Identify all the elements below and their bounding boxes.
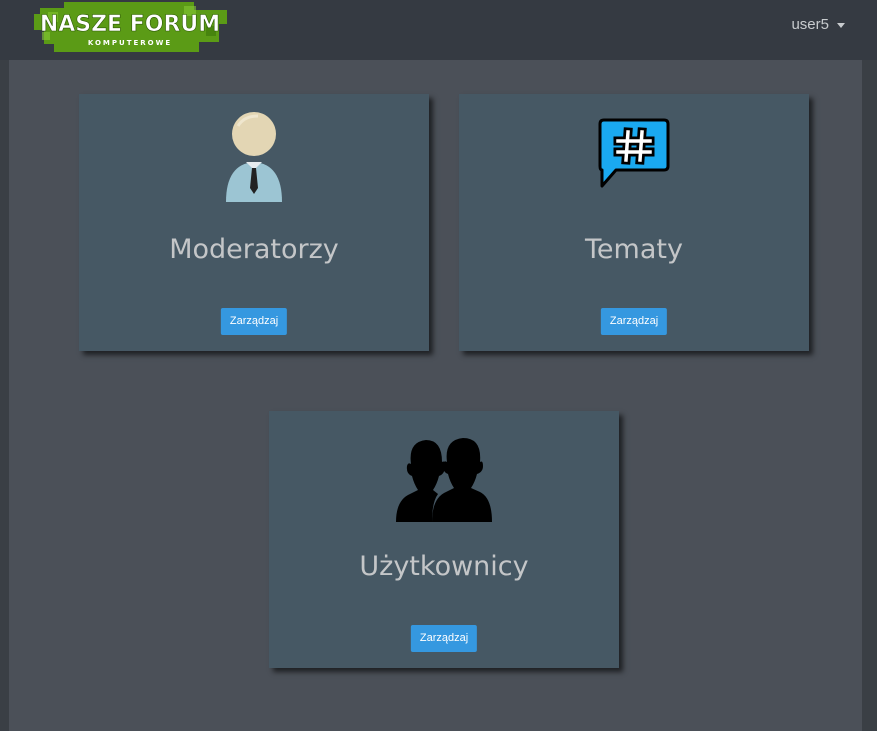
moderator-icon <box>79 106 429 206</box>
hashtag-chat-icon <box>459 106 809 206</box>
caret-down-icon <box>837 22 845 28</box>
card-title: Moderatorzy <box>169 234 339 265</box>
user-menu-dropdown[interactable]: user5 <box>791 16 845 33</box>
manage-moderators-button[interactable]: Zarządzaj <box>220 308 288 335</box>
username-label: user5 <box>791 16 829 33</box>
logo-title: NASZE FORUM <box>40 12 220 37</box>
manage-users-button[interactable]: Zarządzaj <box>410 625 478 652</box>
manage-topics-button[interactable]: Zarządzaj <box>600 308 668 335</box>
card-title: Użytkownicy <box>359 551 529 582</box>
forum-logo[interactable]: NASZE FORUM KOMPUTEROWE <box>34 2 227 52</box>
logo-subtitle: KOMPUTEROWE <box>88 39 172 47</box>
users-icon <box>269 429 619 529</box>
navbar: NASZE FORUM KOMPUTEROWE user5 <box>0 0 877 60</box>
main-content: Moderatorzy Zarządzaj Tematy Zarządzaj U… <box>9 60 862 731</box>
card-users: Użytkownicy Zarządzaj <box>269 411 619 668</box>
card-topics: Tematy Zarządzaj <box>459 94 809 351</box>
card-moderators: Moderatorzy Zarządzaj <box>79 94 429 351</box>
card-title: Tematy <box>585 234 683 265</box>
